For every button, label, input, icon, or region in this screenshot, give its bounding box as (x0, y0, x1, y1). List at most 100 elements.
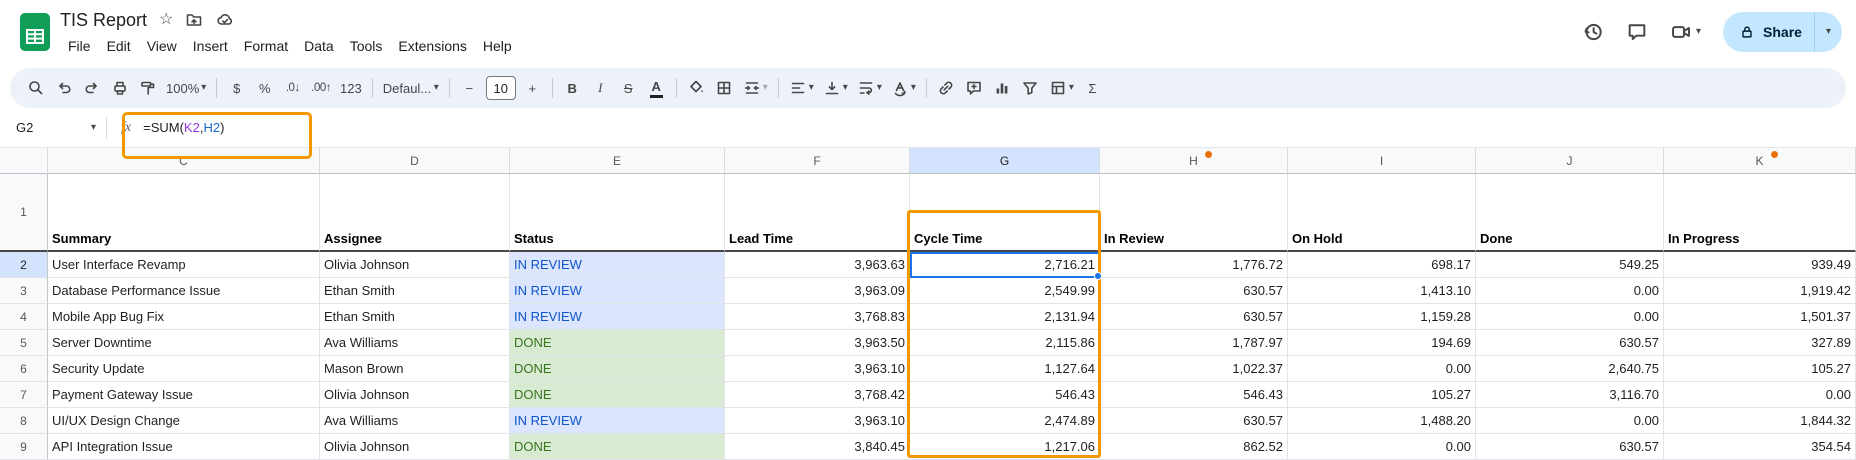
fill-handle[interactable] (1094, 272, 1102, 280)
status-cell[interactable]: IN REVIEW (510, 408, 725, 434)
bold-button[interactable]: B (559, 74, 586, 102)
grid-cell[interactable]: Olivia Johnson (320, 434, 510, 460)
field-header-in-progress[interactable]: In Progress (1664, 174, 1856, 252)
grid-cell[interactable]: 1,217.06 (910, 434, 1100, 460)
field-header-done[interactable]: Done (1476, 174, 1664, 252)
status-cell[interactable]: DONE (510, 434, 725, 460)
percent-format-button[interactable]: % (251, 74, 278, 102)
field-header-in-review[interactable]: In Review (1100, 174, 1288, 252)
fill-color-button[interactable] (683, 74, 710, 102)
grid-cell[interactable]: 3,963.10 (725, 408, 910, 434)
decrease-decimal-button[interactable]: .0↓ (279, 74, 306, 102)
move-folder-icon[interactable] (185, 11, 203, 29)
grid-cell[interactable]: 0.00 (1476, 408, 1664, 434)
insert-link-button[interactable] (933, 74, 960, 102)
formula-input[interactable]: =SUM(K2,H2) (143, 120, 224, 135)
row-header-8[interactable]: 8 (0, 408, 48, 434)
status-cell[interactable]: IN REVIEW (510, 252, 725, 278)
cloud-status-icon[interactable] (215, 11, 235, 29)
grid-cell[interactable]: 105.27 (1664, 356, 1856, 382)
grid-cell[interactable]: Ethan Smith (320, 304, 510, 330)
borders-button[interactable] (711, 74, 738, 102)
grid-cell[interactable]: 0.00 (1288, 434, 1476, 460)
grid-cell[interactable]: 0.00 (1476, 304, 1664, 330)
decrease-font-size-button[interactable]: − (456, 74, 483, 102)
grid-cell[interactable]: Ava Williams (320, 408, 510, 434)
field-header-on-hold[interactable]: On Hold (1288, 174, 1476, 252)
paint-format-button[interactable] (134, 74, 161, 102)
star-icon[interactable]: ☆ (159, 12, 173, 28)
grid-cell[interactable]: 3,963.10 (725, 356, 910, 382)
column-header-g[interactable]: G (910, 148, 1100, 174)
grid-cell[interactable]: 1,413.10 (1288, 278, 1476, 304)
insert-chart-button[interactable] (989, 74, 1016, 102)
grid-cell[interactable]: 2,549.99 (910, 278, 1100, 304)
undo-button[interactable] (50, 74, 77, 102)
grid-cell[interactable]: Mobile App Bug Fix (48, 304, 320, 330)
field-header-status[interactable]: Status (510, 174, 725, 252)
functions-button[interactable]: Σ (1079, 74, 1106, 102)
grid-cell[interactable]: 1,787.97 (1100, 330, 1288, 356)
menu-view[interactable]: View (139, 36, 185, 56)
grid-cell[interactable]: 2,115.86 (910, 330, 1100, 356)
grid-cell[interactable]: 354.54 (1664, 434, 1856, 460)
version-history-icon[interactable] (1582, 21, 1604, 43)
field-header-cycle-time[interactable]: Cycle Time (910, 174, 1100, 252)
grid-cell[interactable]: 862.52 (1100, 434, 1288, 460)
column-header-h[interactable]: H (1100, 148, 1288, 174)
grid-cell[interactable]: 630.57 (1476, 330, 1664, 356)
more-formats-button[interactable]: 123 (336, 74, 366, 102)
grid-cell[interactable]: Ethan Smith (320, 278, 510, 304)
row-header-5[interactable]: 5 (0, 330, 48, 356)
text-rotation-button[interactable]: ▾ (887, 74, 920, 102)
vertical-align-button[interactable]: ▾ (819, 74, 852, 102)
grid-cell[interactable]: 0.00 (1288, 356, 1476, 382)
field-header-lead-time[interactable]: Lead Time (725, 174, 910, 252)
row-header-9[interactable]: 9 (0, 434, 48, 460)
status-cell[interactable]: IN REVIEW (510, 304, 725, 330)
grid-cell[interactable]: 1,022.37 (1100, 356, 1288, 382)
grid-cell[interactable]: 698.17 (1288, 252, 1476, 278)
menu-edit[interactable]: Edit (99, 36, 139, 56)
share-button[interactable]: Share ▾ (1723, 12, 1842, 52)
status-cell[interactable]: IN REVIEW (510, 278, 725, 304)
row-header-6[interactable]: 6 (0, 356, 48, 382)
increase-font-size-button[interactable]: + (519, 74, 546, 102)
grid-cell[interactable]: UI/UX Design Change (48, 408, 320, 434)
create-filter-button[interactable] (1017, 74, 1044, 102)
grid-cell[interactable]: Olivia Johnson (320, 382, 510, 408)
strikethrough-button[interactable]: S (615, 74, 642, 102)
grid-cell[interactable]: 194.69 (1288, 330, 1476, 356)
meet-button[interactable]: ▾ (1670, 21, 1701, 43)
grid-cell[interactable]: 2,474.89 (910, 408, 1100, 434)
grid-cell[interactable]: 3,963.50 (725, 330, 910, 356)
column-header-f[interactable]: F (725, 148, 910, 174)
increase-decimal-button[interactable]: .00↑ (307, 74, 335, 102)
font-size-input[interactable]: 10 (486, 76, 516, 100)
grid-cell[interactable]: 0.00 (1476, 278, 1664, 304)
sheets-logo[interactable] (20, 13, 50, 51)
row-header-4[interactable]: 4 (0, 304, 48, 330)
column-header-c[interactable]: C (48, 148, 320, 174)
row-header-1[interactable]: 1 (0, 174, 48, 252)
grid-cell[interactable]: Mason Brown (320, 356, 510, 382)
grid-cell[interactable]: 3,768.83 (725, 304, 910, 330)
horizontal-align-button[interactable]: ▾ (785, 74, 818, 102)
grid-cell[interactable]: 1,127.64 (910, 356, 1100, 382)
menu-help[interactable]: Help (475, 36, 520, 56)
field-header-assignee[interactable]: Assignee (320, 174, 510, 252)
grid-cell[interactable]: Database Performance Issue (48, 278, 320, 304)
grid-cell[interactable]: Security Update (48, 356, 320, 382)
grid-cell[interactable]: 549.25 (1476, 252, 1664, 278)
zoom-select[interactable]: 100% ▾ (162, 74, 210, 102)
menu-extensions[interactable]: Extensions (390, 36, 474, 56)
grid-cell[interactable]: 3,963.09 (725, 278, 910, 304)
grid-cell[interactable]: 2,131.94 (910, 304, 1100, 330)
grid-cell[interactable]: 3,963.63 (725, 252, 910, 278)
grid-cell-g2[interactable]: 2,716.21 (910, 252, 1100, 278)
italic-button[interactable]: I (587, 74, 614, 102)
grid-cell[interactable]: Server Downtime (48, 330, 320, 356)
grid-cell[interactable]: 3,116.70 (1476, 382, 1664, 408)
text-wrap-button[interactable]: ▾ (853, 74, 886, 102)
grid-cell[interactable]: 105.27 (1288, 382, 1476, 408)
